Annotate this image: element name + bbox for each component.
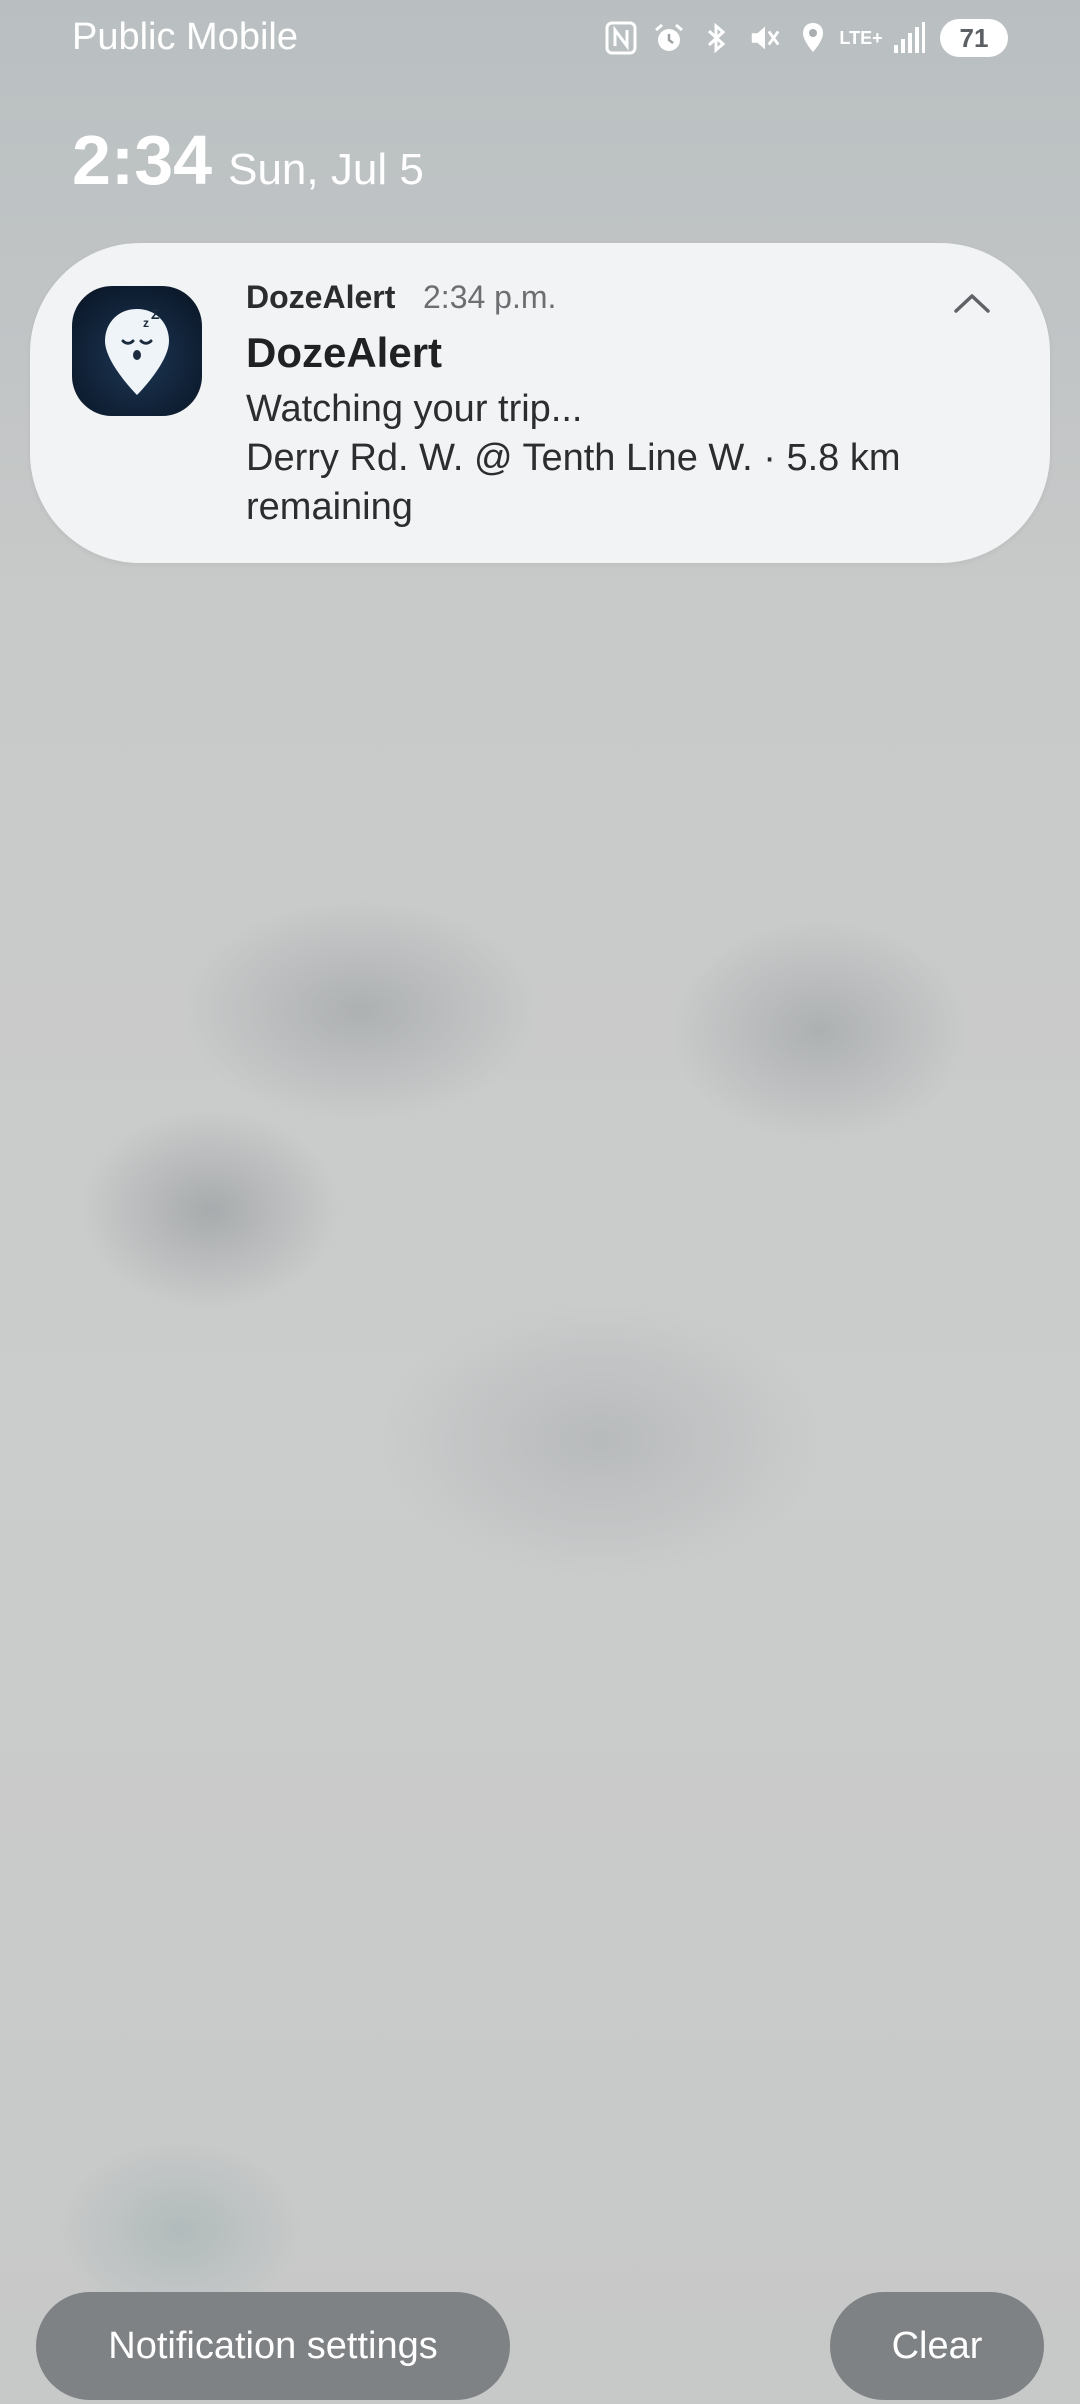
notification-time: 2:34 p.m.: [423, 279, 557, 315]
notification-line-status: Watching your trip...: [246, 388, 583, 430]
bluetooth-icon: [700, 18, 734, 58]
carrier-name: Public Mobile: [72, 16, 298, 58]
notification-card[interactable]: z Z DozeAlert 2:34 p.m. DozeAlert Watchi…: [30, 243, 1050, 563]
signal-strength-icon: [892, 18, 926, 58]
location-icon: [796, 18, 830, 58]
notification-body: Watching your trip... Derry Rd. W. @ Ten…: [246, 385, 966, 532]
clear-button[interactable]: Clear: [830, 2292, 1044, 2400]
status-icons: LTE+ 71: [604, 18, 1008, 58]
alarm-icon: [652, 18, 686, 58]
chevron-up-icon[interactable]: [950, 281, 994, 325]
notification-line-location: Derry Rd. W. @ Tenth Line W. · 5.8 km re…: [246, 437, 901, 528]
clock-date: Sun, Jul 5: [228, 145, 424, 194]
notification-app-name: DozeAlert: [246, 279, 396, 315]
vibrate-mute-icon: [748, 18, 782, 58]
nfc-icon: [604, 18, 638, 58]
sleeping-location-pin-icon: z Z: [72, 286, 202, 416]
svg-text:z: z: [143, 316, 149, 330]
lockscreen-clock: 2:34 Sun, Jul 5: [72, 120, 424, 200]
svg-text:Z: Z: [151, 306, 160, 322]
clock-time: 2:34: [72, 121, 213, 199]
notification-settings-button[interactable]: Notification settings: [36, 2292, 510, 2400]
lte-signal-icon: LTE+: [839, 28, 883, 48]
battery-indicator: 71: [940, 19, 1008, 57]
notification-title: DozeAlert: [246, 329, 443, 376]
status-bar: Public Mobile LTE+ 71: [0, 0, 1080, 80]
